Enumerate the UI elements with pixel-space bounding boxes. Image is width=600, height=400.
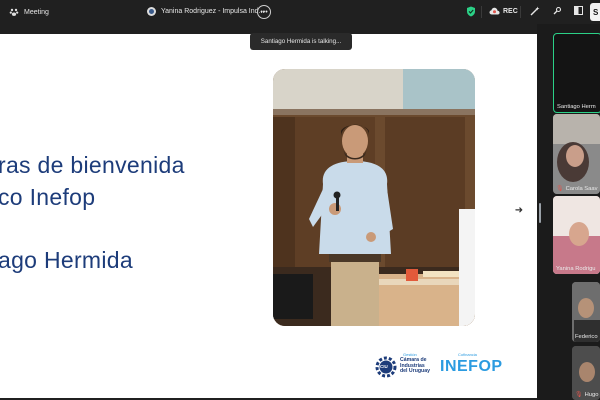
next-slide-arrow[interactable]: ➜ (512, 203, 526, 217)
more-options-button[interactable]: ••• (257, 5, 271, 19)
participant-tile[interactable]: Yanina Rodrigu (553, 196, 600, 274)
slide-text-line-3: ago Hermida (0, 247, 133, 273)
participant-tile[interactable]: Federico (572, 282, 600, 342)
shared-slide: ras de bienvenida co Inefop ago Hermida (0, 34, 537, 398)
logo-cofinancia-label: Cofinancia (458, 352, 477, 357)
participant-name: Yanina Rodrigu (556, 266, 596, 272)
wand-icon (530, 6, 540, 16)
slide-text-line-2: co Inefop (0, 184, 96, 210)
meeting-label: Meeting (24, 8, 49, 16)
participant-name: Federico (575, 334, 598, 340)
participant-video (553, 196, 600, 274)
mic-muted-icon: 🎙 (556, 186, 564, 192)
security-shield-button[interactable] (466, 6, 476, 17)
ciu-mark: CIU (380, 364, 388, 369)
inefop-logo: Cofinancia INEFOP (440, 352, 510, 382)
shield-check-icon (467, 6, 475, 17)
app-shield-icon (147, 7, 156, 16)
split-layout-icon (574, 6, 583, 15)
slide-text-line-1: ras de bienvenida (0, 152, 185, 178)
plugin-button[interactable] (552, 6, 562, 16)
window-tab[interactable]: Yanina Rodriguez - Impulsa Ind... (147, 7, 264, 16)
participant-name: 🎙 Carola Saav (556, 186, 598, 192)
arrow-right-icon: ➜ (514, 204, 524, 216)
tab-title: Yanina Rodriguez - Impulsa Ind... (161, 8, 265, 15)
speaker-photo (273, 69, 475, 326)
participant-name: 🎙 Hugo (575, 392, 599, 398)
participant-tile[interactable]: 🎙 Hugo (572, 346, 600, 400)
share-button[interactable]: S (590, 3, 600, 21)
title-bar: Meeting Yanina Rodriguez - Impulsa Ind..… (0, 0, 600, 24)
mic-muted-icon: 🎙 (575, 392, 583, 398)
rec-label: REC (503, 7, 518, 15)
panel-resize-handle[interactable] (539, 203, 541, 223)
divider (481, 6, 482, 18)
paw-icon (9, 7, 19, 17)
ellipsis-icon: ••• (260, 8, 268, 16)
participant-tile[interactable]: Santiago Herm (553, 33, 600, 113)
participant-video (553, 114, 600, 194)
speaker-tooltip: Santiago Hermida is talking... (250, 33, 352, 50)
magic-tools-button[interactable] (530, 6, 540, 16)
divider (520, 6, 521, 18)
layout-button[interactable] (574, 6, 583, 15)
puzzle-spark-icon (553, 6, 562, 15)
participant-video (572, 282, 600, 342)
camara-name: Cámara de Industrias del Uruguay (400, 357, 430, 375)
recording-indicator[interactable]: REC (489, 7, 518, 15)
camara-line-3: del Uruguay (400, 368, 430, 375)
camara-industrias-logo: CIU Gestión Cámara de Industrias del Uru… (375, 352, 439, 382)
participant-name: Santiago Herm (557, 104, 596, 110)
meeting-button[interactable]: Meeting (9, 7, 49, 17)
inefop-wordmark: INEFOP (440, 358, 503, 375)
participant-tile[interactable]: 🎙 Carola Saav (553, 114, 600, 194)
cloud-record-icon (489, 7, 500, 15)
